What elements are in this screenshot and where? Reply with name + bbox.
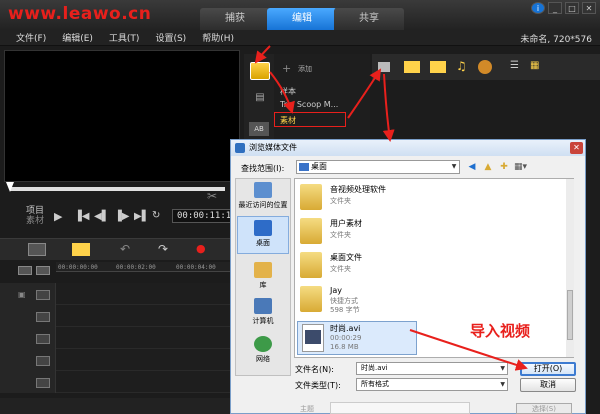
arrow-to-import [347, 68, 382, 119]
arrow-to-dialog [382, 73, 395, 142]
arrow-to-open [409, 329, 528, 371]
arrow-to-material [269, 71, 295, 114]
annotation-arrows [254, 45, 528, 371]
arrow-to-library [254, 45, 271, 64]
